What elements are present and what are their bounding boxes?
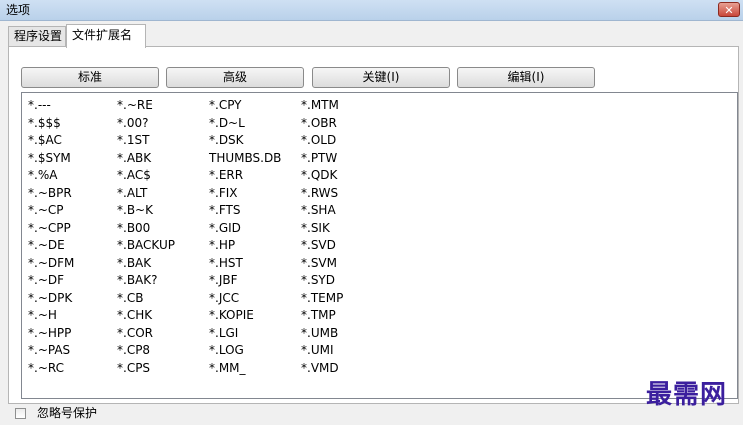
ignore-protection-checkbox[interactable] [15, 408, 26, 419]
list-item[interactable]: *.PTW [301, 150, 343, 168]
list-item[interactable]: *.SYD [301, 272, 343, 290]
list-item[interactable]: *.--- [28, 97, 74, 115]
list-item[interactable]: *.JCC [209, 290, 281, 308]
list-item[interactable]: *.UMI [301, 342, 343, 360]
list-item[interactable]: *.CPS [117, 360, 175, 378]
edit-button[interactable]: 编辑(I) [457, 67, 595, 88]
list-item[interactable]: *.~BPR [28, 185, 74, 203]
ignore-protection-label: 忽略号保护 [37, 406, 98, 420]
watermark-logo: 最需网 [645, 380, 727, 410]
window-title: 选项 [6, 3, 31, 17]
list-item[interactable]: *.COR [117, 325, 175, 343]
standard-button[interactable]: 标准 [21, 67, 159, 88]
list-item[interactable]: *.~HPP [28, 325, 74, 343]
tab-panel-file-extensions: 标准 高级 关键(I) 编辑(I) *.--- *.$$$ *.$AC *.$S… [8, 46, 739, 404]
list-item[interactable]: *.RWS [301, 185, 343, 203]
list-item[interactable]: *.FTS [209, 202, 281, 220]
list-item[interactable]: *.~RC [28, 360, 74, 378]
extension-column: *.--- *.$$$ *.$AC *.$SYM *.%A *.~BPR *.~… [28, 97, 74, 377]
list-item[interactable]: *.B~K [117, 202, 175, 220]
list-item[interactable]: *.FIX [209, 185, 281, 203]
extension-column: *.CPY *.D~L *.DSK THUMBS.DB *.ERR *.FIX … [209, 97, 281, 377]
advanced-button[interactable]: 高级 [166, 67, 304, 88]
list-item[interactable]: *.~DFM [28, 255, 74, 273]
list-item[interactable]: *.UMB [301, 325, 343, 343]
list-item[interactable]: *.00? [117, 115, 175, 133]
list-item[interactable]: *.1ST [117, 132, 175, 150]
close-button[interactable]: ✕ [718, 2, 740, 17]
title-bar: 选项 ✕ [0, 0, 743, 21]
list-item[interactable]: *.~CP [28, 202, 74, 220]
list-item[interactable]: *.KOPIE [209, 307, 281, 325]
list-item[interactable]: THUMBS.DB [209, 150, 281, 168]
list-item[interactable]: *.HP [209, 237, 281, 255]
keys-button[interactable]: 关键(I) [312, 67, 450, 88]
list-item[interactable]: *.$$$ [28, 115, 74, 133]
list-item[interactable]: *.CB [117, 290, 175, 308]
tab-file-extensions[interactable]: 文件扩展名 [66, 24, 146, 48]
list-item[interactable]: *.~DE [28, 237, 74, 255]
list-item[interactable]: *.~H [28, 307, 74, 325]
list-item[interactable]: *.ABK [117, 150, 175, 168]
list-item[interactable]: *.VMD [301, 360, 343, 378]
extension-column: *.MTM *.OBR *.OLD *.PTW *.QDK *.RWS *.SH… [301, 97, 343, 377]
list-item[interactable]: *.SVM [301, 255, 343, 273]
list-item[interactable]: *.OLD [301, 132, 343, 150]
list-item[interactable]: *.ALT [117, 185, 175, 203]
list-item[interactable]: *.BAK? [117, 272, 175, 290]
close-icon: ✕ [724, 4, 734, 17]
list-item[interactable]: *.AC$ [117, 167, 175, 185]
list-item[interactable]: *.~CPP [28, 220, 74, 238]
list-item[interactable]: *.JBF [209, 272, 281, 290]
list-item[interactable]: *.DSK [209, 132, 281, 150]
list-item[interactable]: *.B00 [117, 220, 175, 238]
list-item[interactable]: *.LOG [209, 342, 281, 360]
list-item[interactable]: *.CPY [209, 97, 281, 115]
list-item[interactable]: *.$SYM [28, 150, 74, 168]
list-item[interactable]: *.~RE [117, 97, 175, 115]
list-item[interactable]: *.MM_ [209, 360, 281, 378]
list-item[interactable]: *.SIK [301, 220, 343, 238]
options-dialog: 选项 ✕ 程序设置 文件扩展名 标准 高级 关键(I) 编辑(I) *.--- … [0, 0, 743, 425]
list-item[interactable]: *.MTM [301, 97, 343, 115]
list-item[interactable]: *.TMP [301, 307, 343, 325]
extension-list[interactable]: *.--- *.$$$ *.$AC *.$SYM *.%A *.~BPR *.~… [21, 92, 738, 399]
list-item[interactable]: *.CP8 [117, 342, 175, 360]
list-item[interactable]: *.GID [209, 220, 281, 238]
list-item[interactable]: *.~PAS [28, 342, 74, 360]
list-item[interactable]: *.CHK [117, 307, 175, 325]
list-item[interactable]: *.OBR [301, 115, 343, 133]
list-item[interactable]: *.HST [209, 255, 281, 273]
list-item[interactable]: *.$AC [28, 132, 74, 150]
list-item[interactable]: *.ERR [209, 167, 281, 185]
list-item[interactable]: *.TEMP [301, 290, 343, 308]
tab-program-settings[interactable]: 程序设置 [8, 26, 66, 46]
list-item[interactable]: *.D~L [209, 115, 281, 133]
list-item[interactable]: *.BACKUP [117, 237, 175, 255]
list-item[interactable]: *.%A [28, 167, 74, 185]
list-item[interactable]: *.QDK [301, 167, 343, 185]
list-item[interactable]: *.LGI [209, 325, 281, 343]
extension-column: *.~RE *.00? *.1ST *.ABK *.AC$ *.ALT *.B~… [117, 97, 175, 377]
list-item[interactable]: *.~DF [28, 272, 74, 290]
list-item[interactable]: *.BAK [117, 255, 175, 273]
list-item[interactable]: *.SVD [301, 237, 343, 255]
list-item[interactable]: *.SHA [301, 202, 343, 220]
list-item[interactable]: *.~DPK [28, 290, 74, 308]
